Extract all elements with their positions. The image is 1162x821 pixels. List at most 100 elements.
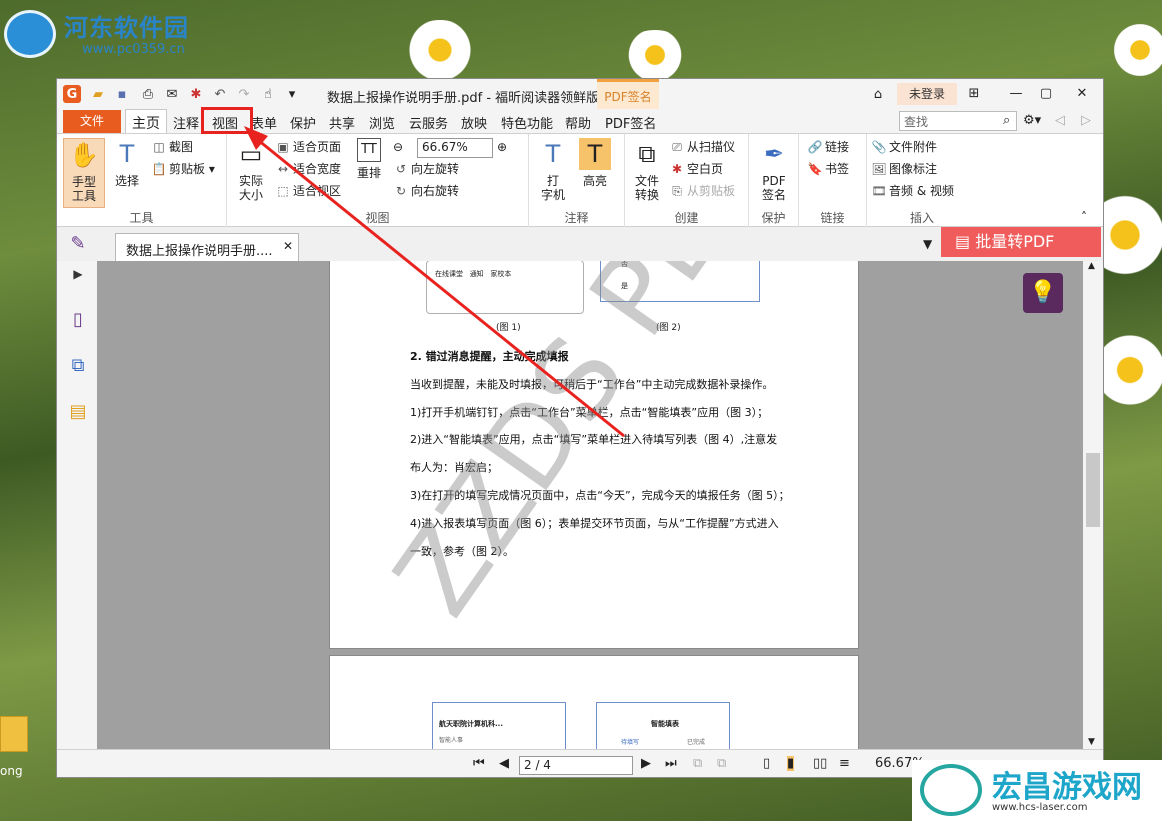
nav-forward-icon[interactable]: ▷	[1081, 113, 1091, 128]
clipboard-button[interactable]: 📋 剪贴板 ▾	[151, 160, 215, 178]
search-icon[interactable]: ⌕	[1003, 113, 1010, 128]
tab-pdf-sign[interactable]: PDF签名	[605, 113, 656, 132]
redo-icon[interactable]: ↷	[235, 85, 253, 103]
site-url: www.pc0359.cn	[82, 42, 185, 57]
document-viewer[interactable]: 在线课堂 通知 家校本 否 是 (图 1) (图 2) 2. 错过消息提醒，主动…	[97, 261, 1083, 749]
facing-page-icon[interactable]: ▯▯	[813, 756, 827, 771]
zoom-select[interactable]: 66.67%	[417, 138, 493, 158]
customize-dropdown-icon[interactable]: ▾	[283, 85, 301, 103]
brand-name: 宏昌游戏网	[992, 770, 1142, 805]
login-button[interactable]: 未登录	[897, 83, 957, 105]
file-menu-button[interactable]: 文件	[63, 110, 121, 133]
sign-pen-icon[interactable]: ✎	[67, 233, 89, 255]
maximize-button[interactable]: ▢	[1031, 83, 1061, 105]
continuous-facing-icon[interactable]: ≡	[839, 756, 850, 771]
expand-panel-icon[interactable]: ▶	[67, 263, 89, 285]
prev-view-icon[interactable]: ⧉	[693, 756, 702, 771]
fig4-tab-pending: 待填写	[621, 739, 640, 746]
tab-features[interactable]: 特色功能	[501, 113, 553, 132]
close-button[interactable]: ✕	[1067, 83, 1097, 105]
save-icon[interactable]: ▪	[113, 85, 131, 103]
tab-home[interactable]: 主页	[125, 109, 167, 133]
new-doc-icon[interactable]: ✱	[187, 85, 205, 103]
minimize-button[interactable]: —	[1001, 83, 1031, 105]
group-create: ⧉ 文件 转换 ⎚ 从扫描仪 ✱ 空白页 ⎘ 从剪贴板 创建	[625, 134, 749, 228]
pages-icon[interactable]: ⧉	[67, 355, 89, 377]
pdf-sign-button[interactable]: ✒ PDF 签名	[755, 138, 793, 202]
last-page-icon[interactable]: ⏭	[665, 756, 677, 771]
fit-width-button[interactable]: ↔ 适合宽度	[275, 160, 341, 178]
scroll-down-icon[interactable]: ▼	[1088, 737, 1095, 747]
highlight-button[interactable]: T 高亮	[577, 138, 613, 188]
search-input[interactable]: 查找	[899, 111, 1017, 131]
tab-share[interactable]: 共享	[329, 113, 355, 132]
tab-slideshow[interactable]: 放映	[461, 113, 487, 132]
tab-form[interactable]: 表单	[251, 113, 277, 132]
next-page-icon[interactable]: ▶	[641, 756, 651, 771]
email-icon[interactable]: ✉	[163, 85, 181, 103]
tab-comment[interactable]: 注释	[173, 113, 199, 132]
screenshot-button[interactable]: ◫ 截图	[151, 138, 193, 156]
open-folder-icon[interactable]: ▰	[89, 85, 107, 103]
file-attachment-button[interactable]: 📎 文件附件	[871, 138, 938, 156]
bookmark-button[interactable]: 🔖 书签	[807, 160, 850, 178]
hand-tool-button[interactable]: ✋ 手型 工具	[63, 138, 105, 208]
print-icon[interactable]: ⎙	[139, 85, 157, 103]
rotate-right-icon: ↻	[395, 184, 407, 198]
blank-page-button[interactable]: ✱ 空白页	[669, 160, 723, 178]
nav-back-icon[interactable]: ◁	[1055, 113, 1065, 128]
scroll-up-icon[interactable]: ▲	[1088, 261, 1095, 271]
from-clipboard-label: 从剪贴板	[687, 184, 736, 198]
tab-cloud-service[interactable]: 云服务	[409, 113, 448, 132]
desktop-folder-icon[interactable]	[0, 716, 28, 752]
page-number-input[interactable]: 2 / 4	[519, 756, 633, 775]
continuous-page-icon[interactable]: ▮	[787, 756, 795, 771]
text-cursor-icon: T	[119, 140, 135, 168]
foxit-logo-icon[interactable]: G	[63, 85, 81, 103]
audio-video-button[interactable]: 🎞 音频 & 视频	[871, 182, 954, 200]
from-scanner-button[interactable]: ⎚ 从扫描仪	[669, 138, 735, 156]
select-tool-button[interactable]: T 选择	[109, 138, 145, 188]
hand-touch-icon[interactable]: ☝	[259, 85, 277, 103]
pdf-sign-context-tab[interactable]: PDF签名	[597, 79, 659, 109]
document-tab[interactable]: 数据上报操作说明手册....	[115, 233, 299, 261]
image-annotation-button[interactable]: 🖼 图像标注	[871, 160, 937, 178]
first-page-icon[interactable]: ⏮	[473, 756, 485, 771]
figure-4-mockup: 智能填表 待填写 已完成	[596, 702, 730, 749]
page-thumbnail-icon[interactable]: ▯	[67, 309, 89, 331]
comments-icon[interactable]: ▤	[67, 401, 89, 423]
lightbulb-tips-icon[interactable]: 💡	[1023, 273, 1063, 313]
zoom-out-icon[interactable]: ⊖	[393, 138, 403, 156]
actual-size-button[interactable]: ▭ 实际 大小	[233, 138, 269, 202]
reflow-button[interactable]: TT 重排	[351, 138, 387, 180]
fit-page-button[interactable]: ▣ 适合页面	[275, 138, 341, 156]
fit-visible-button[interactable]: ⬚ 适合视区	[275, 182, 341, 200]
tab-help[interactable]: 帮助	[565, 113, 591, 132]
tab-list-dropdown-icon[interactable]: ▼	[923, 235, 932, 253]
collapse-ribbon-icon[interactable]: ˄	[1081, 208, 1087, 226]
file-convert-icon: ⧉	[638, 140, 656, 168]
file-convert-button[interactable]: ⧉ 文件 转换	[629, 138, 665, 202]
single-page-icon[interactable]: ▯	[763, 756, 770, 771]
batch-convert-button[interactable]: ▤ 批量转PDF	[941, 227, 1101, 257]
link-button[interactable]: 🔗 链接	[807, 138, 850, 156]
tab-browse[interactable]: 浏览	[369, 113, 395, 132]
from-clipboard-button[interactable]: ⎘ 从剪贴板	[669, 182, 735, 200]
house-icon[interactable]: ⌂	[869, 85, 887, 103]
tab-protect[interactable]: 保护	[290, 113, 316, 132]
highlight-label: 高亮	[582, 174, 607, 188]
typewriter-button[interactable]: T 打 字机	[535, 138, 571, 202]
fig4-tab-done: 已完成	[687, 739, 706, 746]
vertical-scrollbar[interactable]: ▲ ▼	[1083, 261, 1103, 749]
clipboard-page-icon: ⎘	[672, 184, 682, 198]
prev-page-icon[interactable]: ◀	[499, 756, 509, 771]
layout-grid-icon[interactable]: ⊞	[959, 83, 989, 105]
close-tab-icon[interactable]: ✕	[283, 237, 293, 255]
zoom-in-icon[interactable]: ⊕	[497, 138, 507, 156]
scrollbar-thumb[interactable]	[1086, 453, 1100, 527]
settings-gear-icon[interactable]: ⚙▾	[1023, 113, 1041, 128]
rotate-right-button[interactable]: ↻ 向右旋转	[393, 182, 459, 200]
next-view-icon[interactable]: ⧉	[717, 756, 726, 771]
rotate-left-button[interactable]: ↺ 向左旋转	[393, 160, 459, 178]
undo-icon[interactable]: ↶	[211, 85, 229, 103]
